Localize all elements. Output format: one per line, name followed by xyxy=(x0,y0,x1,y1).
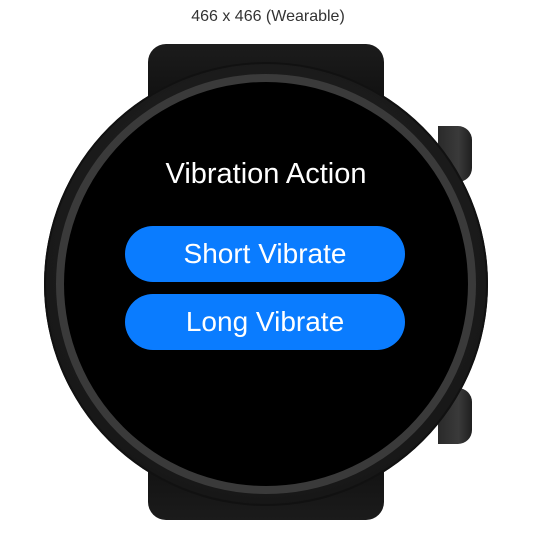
watch-screen: Vibration Action Short Vibrate Long Vibr… xyxy=(64,82,468,486)
device-size-label: 466 x 466 (Wearable) xyxy=(191,8,345,25)
long-vibrate-button[interactable]: Long Vibrate xyxy=(125,294,405,350)
wearable-preview: 466 x 466 (Wearable) Vibration Action Sh… xyxy=(0,0,536,536)
screen-title: Vibration Action xyxy=(165,158,367,190)
short-vibrate-button[interactable]: Short Vibrate xyxy=(125,226,405,282)
